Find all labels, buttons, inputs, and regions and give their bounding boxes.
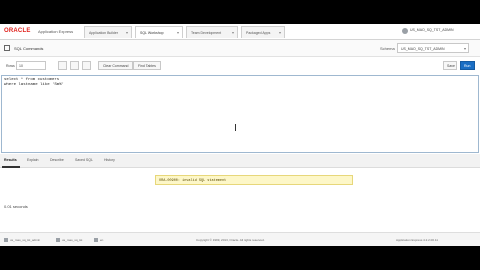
chevron-down-icon: ▾ (231, 30, 234, 35)
run-button[interactable]: Run (460, 61, 475, 70)
result-tabs: Results Explain Describe Saved SQL Histo… (0, 154, 480, 168)
sql-editor[interactable]: select * from customers where lastname l… (1, 75, 479, 153)
tab-history[interactable]: History (104, 158, 115, 162)
autocommit-checkbox-icon[interactable] (58, 61, 67, 70)
footer: us_mao_sq_tst_admin us_mao_sq_tst en Cop… (0, 232, 480, 246)
top-navigation-bar: ORACLE Application Express Application B… (0, 24, 480, 40)
tab-packaged-apps[interactable]: Packaged Apps ▾ (241, 26, 285, 38)
breadcrumb: SQL Commands Schema US_MAO_SQ_TST_ADMIN … (0, 40, 480, 57)
user-icon (402, 28, 408, 34)
active-tab-indicator (2, 166, 20, 168)
screen-frame: ORACLE Application Express Application B… (0, 0, 480, 270)
tab-label: SQL Workshop (140, 31, 164, 35)
database-icon (56, 238, 60, 242)
schema-select[interactable]: US_MAO_SQ_TST_ADMIN ▾ (397, 43, 469, 53)
chevron-down-icon: ▾ (125, 30, 128, 35)
chevron-down-icon: ▾ (463, 46, 466, 51)
copyright-text: Copyright © 1999, 2013, Oracle. All righ… (196, 238, 265, 242)
product-name: Application Express (38, 29, 74, 34)
footer-user[interactable]: us_mao_sq_tst_admin (10, 238, 40, 242)
tab-describe[interactable]: Describe (50, 158, 64, 162)
rows-select[interactable]: 10 (16, 61, 46, 70)
undo-icon[interactable] (70, 61, 79, 70)
sql-code[interactable]: select * from customers where lastname l… (4, 78, 64, 88)
tab-label: Team Development (191, 31, 222, 35)
rows-value: 10 (19, 64, 23, 68)
user-icon (4, 238, 8, 242)
tab-sql-workshop[interactable]: SQL Workshop ▾ (135, 26, 183, 38)
tab-results[interactable]: Results (4, 158, 17, 162)
page-title: SQL Commands (14, 46, 44, 51)
footer-workspace[interactable]: us_mao_sq_tst (62, 238, 82, 242)
tab-application-builder[interactable]: Application Builder ▾ (84, 26, 132, 38)
clear-command-button[interactable]: Clear Command (98, 61, 134, 70)
schema-value: US_MAO_SQ_TST_ADMIN (401, 47, 445, 51)
elapsed-time: 0.01 seconds (4, 204, 28, 209)
apex-window: ORACLE Application Express Application B… (0, 24, 480, 246)
results-panel: ORA-00900: invalid SQL statement 0.01 se… (0, 169, 480, 231)
tab-saved-sql[interactable]: Saved SQL (75, 158, 93, 162)
rows-label: Rows (6, 64, 15, 68)
redo-icon[interactable] (82, 61, 91, 70)
oracle-logo[interactable]: ORACLE (4, 28, 31, 34)
tab-label: Application Builder (89, 31, 118, 35)
tab-label: Packaged Apps (246, 31, 271, 35)
text-cursor-icon (235, 124, 236, 131)
user-menu[interactable]: US_MAO_SQ_TST_ADMIN (410, 28, 454, 32)
error-message: ORA-00900: invalid SQL statement (155, 175, 353, 185)
chevron-down-icon: ▾ (278, 30, 281, 35)
version-text: Application Express 4.2.2.00.11 (396, 238, 438, 242)
globe-icon (94, 238, 98, 242)
home-icon[interactable] (4, 45, 10, 51)
chevron-down-icon: ▾ (176, 30, 179, 35)
schema-label: Schema (380, 46, 395, 51)
find-tables-button[interactable]: Find Tables (133, 61, 161, 70)
tab-explain[interactable]: Explain (27, 158, 38, 162)
tab-team-development[interactable]: Team Development ▾ (186, 26, 238, 38)
save-button[interactable]: Save (443, 61, 457, 70)
footer-language[interactable]: en (100, 238, 103, 242)
command-toolbar: Rows 10 Clear Command Find Tables Save R… (0, 58, 480, 74)
